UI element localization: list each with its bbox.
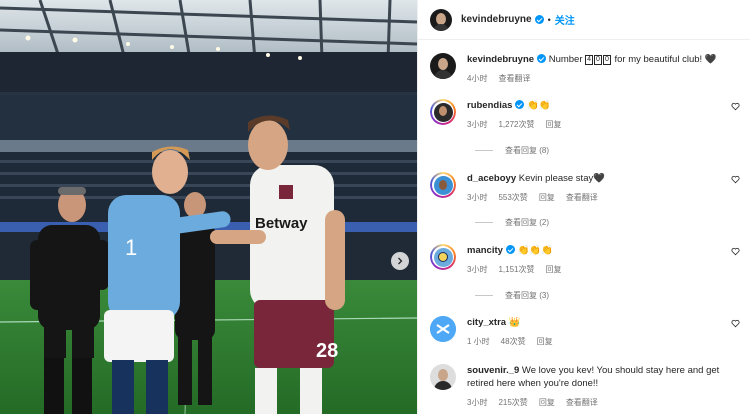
verified-icon xyxy=(505,245,515,254)
city-xtra-logo-icon xyxy=(430,316,456,342)
comment-item: rubendias 👏👏 3小时 1,272次赞 回复 xyxy=(430,99,742,130)
comment-item: souvenir._9 We love you kev! You should … xyxy=(430,364,742,408)
view-replies-label[interactable]: 查看回复 (8) xyxy=(505,145,549,156)
header-username[interactable]: kevindebruyne xyxy=(461,14,532,25)
comment-username[interactable]: mancity xyxy=(467,245,503,256)
translate-link[interactable]: 查看翻译 xyxy=(566,397,598,408)
heart-icon[interactable] xyxy=(731,247,740,256)
comment-likes[interactable]: 553次赞 xyxy=(498,192,527,203)
caption-emoji: 🖤 xyxy=(704,54,717,65)
caption-text-after: for my beautiful club! xyxy=(614,54,703,65)
next-photo-button[interactable] xyxy=(391,252,409,270)
comment-time: 3小时 xyxy=(467,398,488,407)
comment-username[interactable]: d_aceboyy xyxy=(467,173,516,184)
verified-icon xyxy=(534,15,544,24)
comment-time: 3小时 xyxy=(467,193,488,202)
avatar[interactable] xyxy=(430,244,456,270)
comment-time: 3小时 xyxy=(467,120,488,129)
avatar[interactable] xyxy=(430,53,456,79)
comment-item: d_aceboyy Kevin please stay🖤 3小时 553次赞 回… xyxy=(430,172,742,203)
view-replies[interactable]: 查看回复 (8) xyxy=(475,145,549,156)
reply-button[interactable]: 回复 xyxy=(539,192,555,203)
verified-icon xyxy=(515,100,525,109)
heart-icon[interactable] xyxy=(731,319,740,328)
city-sleeve-number: 1 xyxy=(125,235,137,260)
comment-time: 1 小时 xyxy=(467,337,490,346)
comment-item: city_xtra 👑 1 小时 48次赞 回复 xyxy=(430,316,742,347)
caption-digit: 0 xyxy=(594,55,602,65)
avatar[interactable] xyxy=(430,364,456,390)
match-photo-illustration: 1 Betway 28 xyxy=(0,0,417,414)
comment-username[interactable]: rubendias xyxy=(467,100,512,111)
post-photo: 1 Betway 28 xyxy=(0,0,417,414)
comment-item: mancity 👏👏👏 3小时 1,151次赞 回复 xyxy=(430,244,742,275)
reply-button[interactable]: 回复 xyxy=(539,397,555,408)
comment-username[interactable]: city_xtra xyxy=(467,317,506,328)
divider xyxy=(475,150,493,151)
avatar[interactable] xyxy=(430,99,456,125)
avatar[interactable] xyxy=(430,172,456,198)
divider xyxy=(475,295,493,296)
follow-button[interactable]: 关注 xyxy=(555,12,575,27)
post-header: kevindebruyne • 关注 xyxy=(418,0,750,40)
comment-username[interactable]: souvenir._9 xyxy=(467,365,519,376)
avatar[interactable] xyxy=(430,316,456,342)
comment-likes[interactable]: 1,272次赞 xyxy=(498,119,534,130)
heart-icon[interactable] xyxy=(731,175,740,184)
translate-link[interactable]: 查看翻译 xyxy=(498,73,530,84)
shirt-number: 28 xyxy=(316,340,338,362)
comment-text: Kevin please stay🖤 xyxy=(518,173,606,184)
caption-digit: 4 xyxy=(585,55,594,65)
post-caption: kevindebruyne Number 400 for my beautifu… xyxy=(430,53,742,84)
comment-text: 👏👏👏 xyxy=(517,245,554,256)
comment-likes[interactable]: 215次赞 xyxy=(498,397,527,408)
comment-likes[interactable]: 48次赞 xyxy=(501,336,526,347)
heart-icon[interactable] xyxy=(731,102,740,111)
translate-link[interactable]: 查看翻译 xyxy=(566,192,598,203)
comment-likes[interactable]: 1,151次赞 xyxy=(498,264,534,275)
sponsor-text: Betway xyxy=(255,215,308,232)
avatar[interactable] xyxy=(430,8,452,31)
comment-text: 👏👏 xyxy=(527,100,551,111)
view-replies[interactable]: 查看回复 (2) xyxy=(475,217,549,228)
reply-button[interactable]: 回复 xyxy=(545,264,561,275)
separator-dot: • xyxy=(547,14,551,25)
comment-text: 👑 xyxy=(508,317,521,328)
comment-time: 3小时 xyxy=(467,265,488,274)
caption-username[interactable]: kevindebruyne xyxy=(467,54,534,65)
verified-icon xyxy=(537,54,547,63)
view-replies[interactable]: 查看回复 (3) xyxy=(475,290,549,301)
comments-panel: kevindebruyne • 关注 kevindebruyne Number … xyxy=(417,0,750,414)
caption-text-before: Number xyxy=(548,54,583,65)
divider xyxy=(475,222,493,223)
reply-button[interactable]: 回复 xyxy=(545,119,561,130)
caption-digit: 0 xyxy=(602,55,611,65)
view-replies-label[interactable]: 查看回复 (2) xyxy=(505,217,549,228)
view-replies-label[interactable]: 查看回复 (3) xyxy=(505,290,549,301)
reply-button[interactable]: 回复 xyxy=(537,336,553,347)
caption-time: 4小时 xyxy=(467,74,488,83)
chevron-right-icon xyxy=(398,257,403,265)
